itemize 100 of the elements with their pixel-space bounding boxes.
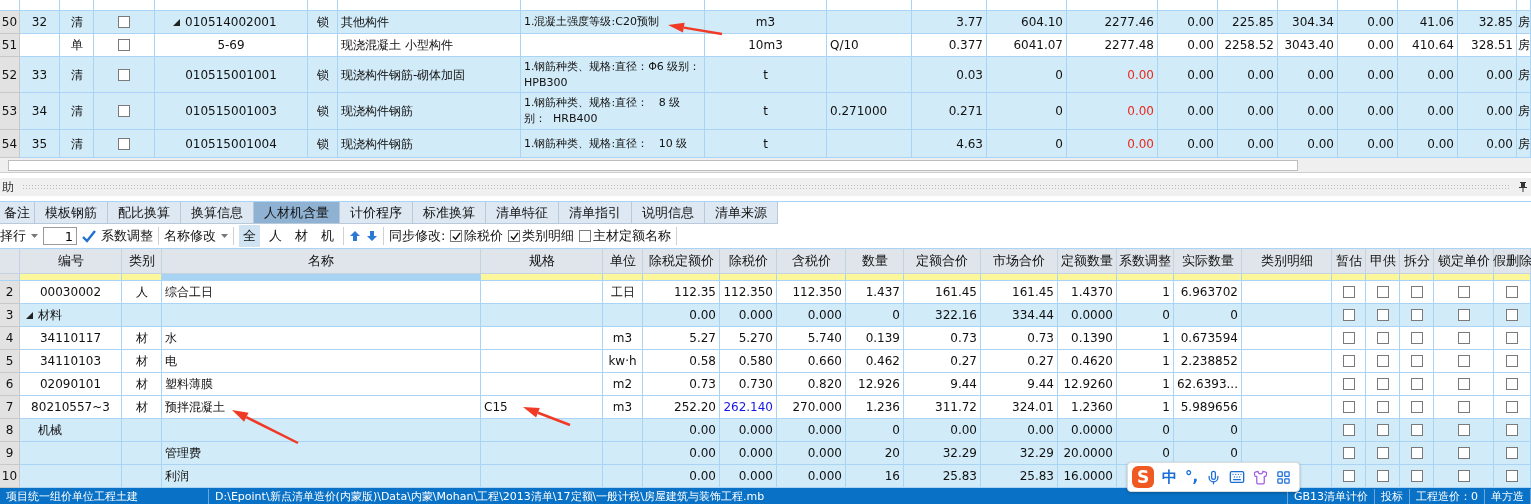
checkbox[interactable] [1410, 470, 1423, 482]
column-header[interactable]: 编号 [57, 253, 84, 269]
punctuation-toggle[interactable]: °, [1185, 468, 1199, 486]
tab[interactable]: 标准换算 [413, 202, 486, 224]
checkbox[interactable] [1410, 309, 1423, 321]
checkbox[interactable] [1506, 470, 1518, 482]
checkbox[interactable] [1457, 424, 1470, 436]
checkbox[interactable] [1342, 401, 1355, 413]
microphone-icon[interactable] [1206, 469, 1222, 485]
checkbox[interactable] [1457, 309, 1470, 321]
keyboard-icon[interactable] [1229, 469, 1246, 485]
caret-icon[interactable] [221, 234, 228, 238]
checkbox[interactable] [118, 137, 130, 150]
checkbox[interactable] [1342, 470, 1355, 482]
checkbox[interactable] [1376, 401, 1389, 413]
grid-icon[interactable] [1276, 469, 1292, 485]
checkbox[interactable] [1376, 286, 1389, 298]
checkbox[interactable] [1457, 378, 1470, 390]
checkbox[interactable] [1506, 286, 1518, 298]
checkbox[interactable] [1376, 447, 1389, 459]
checkbox[interactable] [1457, 286, 1470, 298]
expand-icon[interactable] [173, 18, 180, 26]
checkbox[interactable] [579, 230, 592, 242]
checkbox[interactable] [1376, 355, 1389, 367]
row-select-dropdown[interactable]: 择行 [0, 227, 26, 245]
checkbox[interactable] [1342, 378, 1355, 390]
checkbox[interactable] [450, 230, 463, 242]
arrow-up-icon[interactable] [349, 230, 361, 242]
tab[interactable]: 清单指引 [559, 202, 632, 224]
tab[interactable]: 换算信息 [181, 202, 254, 224]
checkbox[interactable] [1342, 309, 1355, 321]
checkbox-label[interactable]: 主材定额名称 [593, 227, 672, 245]
checkbox[interactable] [1506, 378, 1518, 390]
checkbox[interactable] [1506, 447, 1518, 459]
checkbox[interactable] [1342, 332, 1355, 344]
column-header[interactable]: 类别明细 [1260, 253, 1313, 269]
tab[interactable]: 计价程序 [340, 202, 413, 224]
checkbox[interactable] [1376, 470, 1389, 482]
column-header[interactable]: 市场合价 [993, 253, 1045, 269]
rename-dropdown[interactable]: 名称修改 [164, 227, 216, 245]
checkbox[interactable] [1410, 355, 1423, 367]
column-header[interactable]: 暂估 [1335, 253, 1362, 269]
caret-icon[interactable] [31, 234, 38, 238]
checkbox[interactable] [1457, 355, 1470, 367]
checkbox[interactable] [1342, 355, 1355, 367]
tab[interactable]: 模板钢筋 [35, 202, 108, 224]
checkbox[interactable] [1376, 378, 1389, 390]
tab[interactable]: 人材机含量 [254, 202, 340, 224]
scrollbar-thumb[interactable] [8, 159, 1298, 171]
checkbox[interactable] [1410, 378, 1423, 390]
arrow-down-icon[interactable] [366, 230, 378, 242]
column-header[interactable]: 含税价 [791, 253, 831, 269]
tab[interactable]: 清单来源 [705, 202, 778, 224]
checkmark-icon[interactable] [82, 229, 96, 243]
checkbox[interactable] [1410, 424, 1423, 436]
coefficient-adjust-button[interactable]: 系数调整 [101, 227, 153, 245]
pin-icon[interactable] [1519, 182, 1527, 192]
column-header[interactable]: 拆分 [1403, 253, 1430, 269]
checkbox[interactable] [118, 105, 130, 117]
row-count-field[interactable]: 1 [43, 227, 77, 245]
column-header[interactable]: 甲供 [1369, 253, 1396, 269]
column-header[interactable]: 规格 [528, 253, 555, 269]
checkbox[interactable] [1376, 309, 1389, 321]
checkbox[interactable] [1506, 401, 1518, 413]
checkbox-label[interactable]: 类别明细 [522, 227, 575, 245]
column-header[interactable]: 除税价 [728, 253, 768, 269]
checkbox[interactable] [1457, 332, 1470, 344]
checkbox[interactable] [1410, 401, 1423, 413]
checkbox[interactable] [1506, 355, 1518, 367]
tab[interactable]: 备注 [0, 202, 35, 224]
checkbox[interactable] [1457, 470, 1470, 482]
column-header[interactable]: 类别 [128, 253, 155, 269]
column-header[interactable]: 单位 [609, 253, 636, 269]
tab[interactable]: 说明信息 [632, 202, 705, 224]
checkbox[interactable] [118, 16, 130, 28]
shirt-icon[interactable] [1253, 469, 1269, 485]
filter-toggle[interactable]: 人 [265, 225, 286, 247]
checkbox[interactable] [1410, 447, 1423, 459]
filter-toggle[interactable]: 全 [239, 225, 260, 247]
checkbox-label[interactable]: 除税价 [464, 227, 504, 245]
column-header[interactable]: 定额合价 [916, 253, 968, 269]
checkbox[interactable] [1410, 332, 1423, 344]
checkbox[interactable] [508, 230, 521, 242]
filter-toggle[interactable]: 机 [317, 225, 338, 247]
expand-icon[interactable] [26, 311, 33, 319]
checkbox[interactable] [1457, 401, 1470, 413]
checkbox[interactable] [1342, 447, 1355, 459]
checkbox[interactable] [1506, 309, 1518, 321]
checkbox[interactable] [1342, 424, 1355, 436]
checkbox[interactable] [118, 68, 130, 81]
input-mode-toggle[interactable]: 中 [1162, 467, 1177, 487]
scrollbar[interactable] [0, 158, 1531, 173]
tab[interactable]: 配比换算 [108, 202, 181, 224]
checkbox[interactable] [1410, 286, 1423, 298]
column-header[interactable]: 名称 [308, 253, 334, 269]
checkbox[interactable] [1506, 332, 1518, 344]
checkbox[interactable] [1342, 286, 1355, 298]
column-header[interactable]: 数量 [861, 253, 888, 269]
tab[interactable]: 清单特征 [486, 202, 559, 224]
filter-toggle[interactable]: 材 [291, 225, 312, 247]
